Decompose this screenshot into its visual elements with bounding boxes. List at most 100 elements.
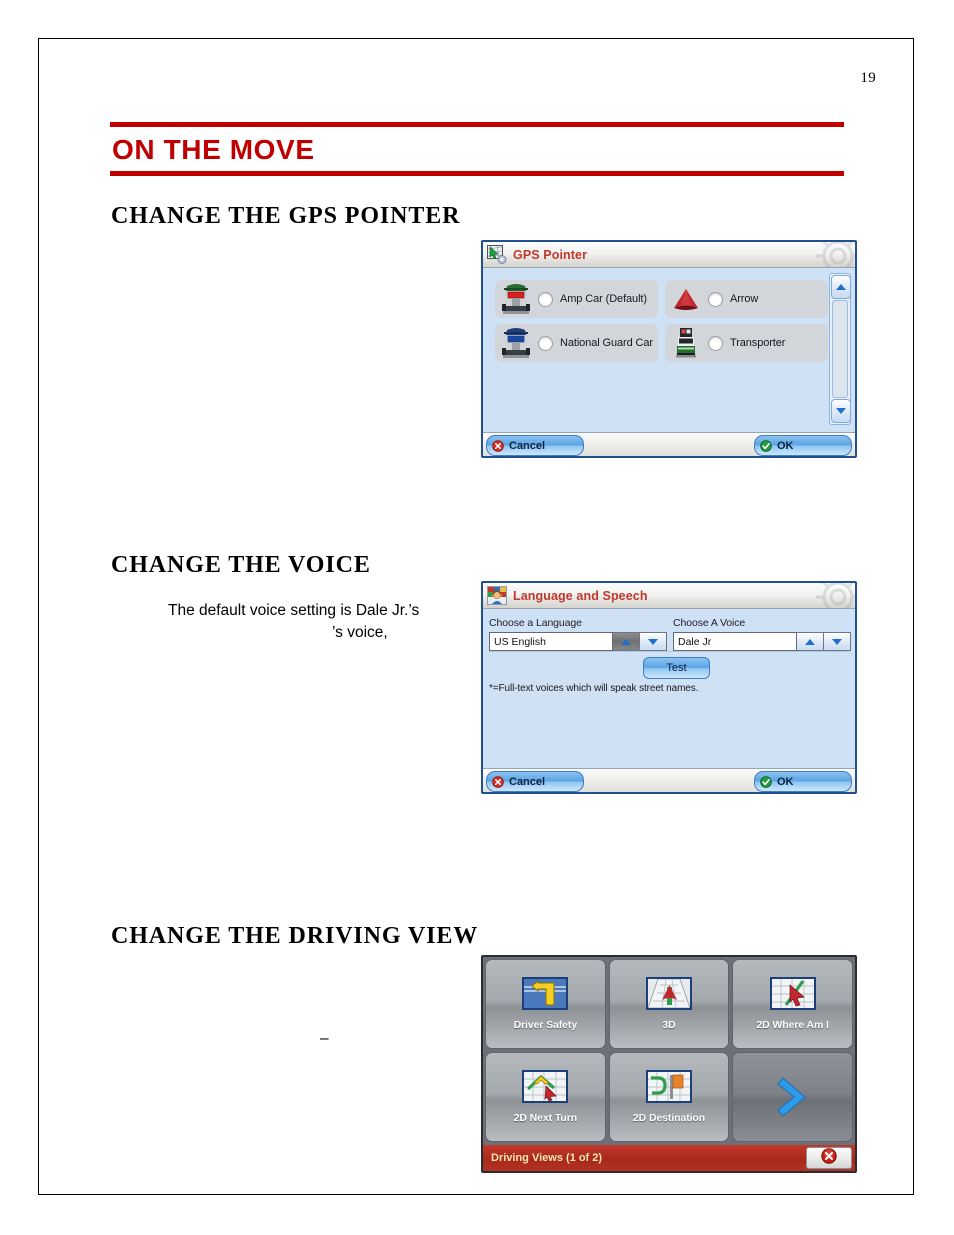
- section-heading-driving-view: CHANGE THE DRIVING VIEW: [111, 923, 479, 949]
- driving-views-status-text: Driving Views (1 of 2): [491, 1152, 603, 1164]
- 2d-map-cursor-icon: [769, 977, 816, 1010]
- driving-views-next-page-button[interactable]: [732, 1052, 853, 1142]
- red-x-close-icon: [821, 1147, 837, 1169]
- driving-view-tile-2d-destination[interactable]: 2D Destination: [608, 1052, 730, 1142]
- driving-views-grid: Driver Safety 3D 2D Where Am I 2D Next T…: [483, 957, 855, 1144]
- 2d-next-turn-map-icon: [522, 1070, 569, 1103]
- page-number: 19: [860, 70, 876, 86]
- gps-pointer-ok-label: OK: [777, 439, 794, 452]
- language-speech-body: Choose a Language US English Choose A Vo…: [483, 609, 855, 768]
- language-spinner-down-button[interactable]: [640, 632, 667, 651]
- gps-pointer-cancel-button[interactable]: Cancel: [486, 435, 584, 456]
- driving-view-tile-3d[interactable]: 3D: [608, 959, 730, 1049]
- next-page-arrow-icon: [776, 1075, 810, 1119]
- green-check-icon: [760, 775, 772, 788]
- driving-view-tile-driver-safety[interactable]: Driver Safety: [485, 959, 606, 1049]
- chevron-up-icon: [805, 638, 815, 645]
- gps-pointer-option-label-national-guard-car: National Guard Car: [560, 337, 653, 349]
- test-voice-button[interactable]: Test: [643, 657, 710, 679]
- scrollbar-track[interactable]: [832, 300, 848, 398]
- language-select-value[interactable]: US English: [489, 632, 613, 651]
- body-text-voice-line-2: ’s voice,: [332, 624, 388, 641]
- gps-pointer-scrollbar[interactable]: [829, 273, 851, 425]
- gps-pointer-dialog: GPS Pointer Amp Car (Default) National G…: [481, 240, 857, 458]
- section-heading-gps-pointer: CHANGE THE GPS POINTER: [111, 203, 461, 229]
- voice-spinner-down-button[interactable]: [824, 632, 851, 651]
- driving-view-label-2d-destination: 2D Destination: [632, 1112, 706, 1124]
- red-arrow-icon: [671, 282, 701, 316]
- gps-pointer-options-left: Amp Car (Default) National Guard Car: [495, 280, 658, 368]
- red-x-icon: [492, 439, 504, 452]
- driving-view-label-2d-next-turn: 2D Next Turn: [513, 1112, 578, 1124]
- voice-field-label: Choose A Voice: [673, 617, 746, 629]
- 2d-destination-flag-icon: [645, 1070, 692, 1103]
- gps-pointer-ok-button[interactable]: OK: [754, 435, 852, 456]
- driving-view-label-driver-safety: Driver Safety: [513, 1019, 578, 1031]
- gps-pointer-options-right: Arrow Transporter: [665, 280, 828, 368]
- national-guard-car-icon: [501, 326, 531, 360]
- gear-icon: [811, 583, 855, 608]
- gps-pointer-option-label-amp-car: Amp Car (Default): [560, 293, 647, 305]
- chapter-rule-bottom: [110, 171, 844, 177]
- gps-pointer-body: Amp Car (Default) National Guard Car Arr…: [483, 268, 855, 432]
- scrollbar-down-button[interactable]: [831, 399, 851, 423]
- voice-field-group: Choose A Voice Dale Jr: [673, 617, 851, 651]
- gps-pointer-title: GPS Pointer: [513, 247, 588, 262]
- gps-pointer-radio-transporter[interactable]: [708, 335, 723, 351]
- language-field-label: Choose a Language: [489, 617, 582, 629]
- chevron-up-icon: [836, 284, 846, 290]
- voice-spinner-up-button[interactable]: [797, 632, 824, 651]
- voice-select-value[interactable]: Dale Jr: [673, 632, 797, 651]
- gps-pointer-radio-amp-car[interactable]: [538, 291, 553, 307]
- chapter-title: ON THE MOVE: [112, 134, 315, 165]
- map-pointer-gear-icon: [487, 245, 507, 264]
- green-check-icon: [760, 439, 772, 452]
- driving-views-panel: Driver Safety 3D 2D Where Am I 2D Next T…: [481, 955, 857, 1173]
- scrollbar-up-button[interactable]: [831, 275, 851, 299]
- gps-pointer-option-label-arrow: Arrow: [730, 293, 759, 305]
- driving-view-tile-2d-where-am-i[interactable]: 2D Where Am I: [732, 959, 853, 1049]
- voice-footnote: *=Full-text voices which will speak stre…: [489, 683, 699, 694]
- language-speech-ok-label: OK: [777, 775, 794, 788]
- language-speech-ok-button[interactable]: OK: [754, 771, 852, 792]
- test-button-label: Test: [666, 662, 687, 674]
- driving-view-tile-2d-next-turn[interactable]: 2D Next Turn: [485, 1052, 606, 1142]
- gps-pointer-option-amp-car[interactable]: Amp Car (Default): [495, 280, 658, 318]
- language-speech-title: Language and Speech: [513, 588, 648, 603]
- driving-view-label-2d-where-am-i: 2D Where Am I: [756, 1019, 829, 1031]
- driving-view-label-3d: 3D: [662, 1019, 676, 1031]
- language-speech-button-bar: Cancel OK: [483, 768, 855, 792]
- chevron-down-icon: [836, 408, 846, 414]
- 3d-map-arrow-icon: [645, 977, 692, 1010]
- gear-icon: [811, 242, 855, 267]
- language-speech-cancel-button[interactable]: Cancel: [486, 771, 584, 792]
- body-text-voice-line-1: The default voice setting is Dale Jr.’s: [168, 602, 420, 619]
- gps-pointer-cancel-label: Cancel: [509, 439, 546, 452]
- section-heading-voice: CHANGE THE VOICE: [111, 552, 371, 578]
- gps-pointer-option-label-transporter: Transporter: [730, 337, 786, 349]
- driving-views-close-button[interactable]: [806, 1147, 852, 1169]
- gps-pointer-radio-arrow[interactable]: [708, 291, 723, 307]
- language-speech-dialog: Language and Speech Choose a Language US…: [481, 581, 857, 794]
- chevron-down-icon: [648, 638, 658, 645]
- field-divider: [489, 651, 849, 652]
- chevron-up-icon: [621, 638, 631, 645]
- transporter-truck-icon: [671, 326, 701, 360]
- gps-pointer-option-transporter[interactable]: Transporter: [665, 324, 828, 362]
- gps-pointer-button-bar: Cancel OK: [483, 432, 855, 456]
- turn-arrow-map-icon: [522, 977, 569, 1010]
- body-text-driving-view-dash: –: [320, 1030, 329, 1047]
- gps-pointer-radio-national-guard-car[interactable]: [538, 335, 553, 351]
- language-field-group: Choose a Language US English: [489, 617, 667, 651]
- red-x-icon: [492, 775, 504, 788]
- person-headset-flags-icon: [487, 586, 507, 605]
- language-speech-titlebar: Language and Speech: [483, 583, 855, 609]
- chapter-heading-block: ON THE MOVE: [110, 122, 844, 177]
- gps-pointer-option-arrow[interactable]: Arrow: [665, 280, 828, 318]
- language-spinner-up-button[interactable]: [613, 632, 640, 651]
- chevron-down-icon: [832, 638, 842, 645]
- driving-views-status-bar: Driving Views (1 of 2): [483, 1145, 855, 1171]
- language-speech-cancel-label: Cancel: [509, 775, 546, 788]
- gps-pointer-option-national-guard-car[interactable]: National Guard Car: [495, 324, 658, 362]
- gps-pointer-titlebar: GPS Pointer: [483, 242, 855, 268]
